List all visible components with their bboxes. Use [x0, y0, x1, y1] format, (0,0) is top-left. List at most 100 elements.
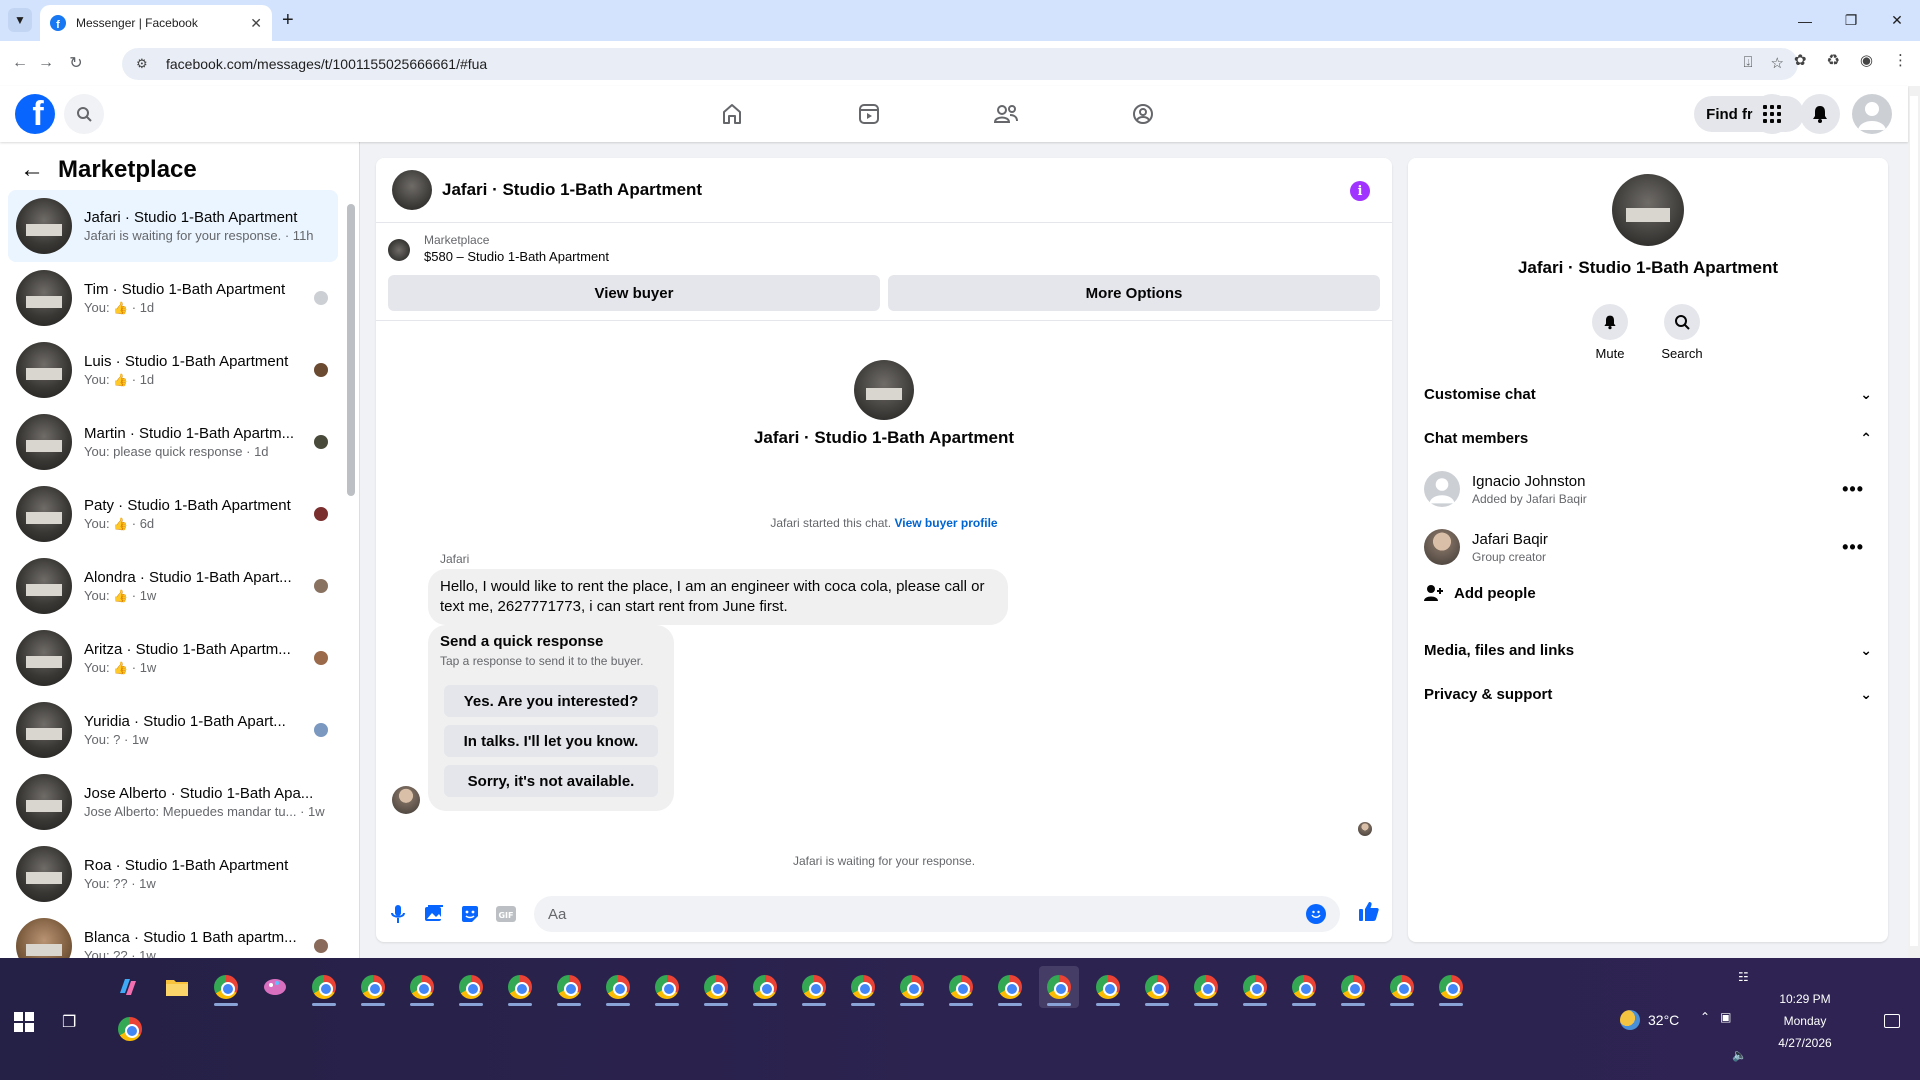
chrome-window[interactable] [745, 966, 785, 1008]
conversation-item[interactable]: Tim · Studio 1-Bath Apartment You: 👍 · 1d [8, 262, 338, 334]
window-close-icon[interactable]: ✕ [1874, 0, 1920, 41]
back-arrow-icon[interactable]: ← [20, 156, 44, 184]
tray-overflow-icon[interactable]: ☷ [1738, 970, 1749, 984]
windows-start-icon[interactable] [14, 1012, 34, 1032]
more-options-icon[interactable]: ••• [1842, 479, 1864, 500]
chrome-window[interactable] [500, 966, 540, 1008]
conversation-item[interactable]: Aritza · Studio 1-Bath Apartm... You: 👍 ·… [8, 622, 338, 694]
clock[interactable]: 10:29 PM Monday 4/27/2026 [1760, 988, 1850, 1054]
copilot-app[interactable] [108, 966, 148, 1008]
restore-icon[interactable]: ❐ [1828, 0, 1874, 41]
conversation-item[interactable]: Jafari · Studio 1-Bath Apartment Jafari i… [8, 190, 338, 262]
volume-icon[interactable]: 🔈 [1732, 1048, 1747, 1062]
quick-response-button[interactable]: Yes. Are you interested? [444, 685, 658, 717]
sidebar-scrollbar[interactable] [347, 186, 355, 956]
sender-avatar[interactable] [392, 786, 420, 814]
back-arrow-icon[interactable]: ← [8, 51, 32, 75]
voice-clip-button[interactable] [388, 904, 408, 924]
chrome-window[interactable] [402, 966, 442, 1008]
menu-button[interactable] [1752, 94, 1792, 134]
browser-menu-icon[interactable]: ⋮ [1893, 51, 1908, 69]
active-tab[interactable]: f Messenger | Facebook ✕ [40, 5, 272, 41]
chrome-window[interactable] [941, 966, 981, 1008]
gif-button[interactable]: GIF [496, 904, 516, 924]
chat-title[interactable]: Jafari · Studio 1-Bath Apartment [442, 180, 702, 200]
mute-button[interactable] [1592, 304, 1628, 340]
customise-chat-row[interactable]: Customise chat ⌄ [1424, 372, 1872, 416]
chrome-window-active[interactable] [1039, 966, 1079, 1008]
network-icon[interactable]: ▣ [1720, 1010, 1731, 1024]
chrome-window[interactable] [353, 966, 393, 1008]
chrome-pinned[interactable] [110, 1008, 150, 1050]
nav-video[interactable] [837, 86, 901, 142]
bookmark-star-icon[interactable]: ☆ [1771, 54, 1784, 72]
add-people-button[interactable]: Add people [1424, 584, 1536, 602]
attach-photo-button[interactable] [424, 904, 444, 924]
view-buyer-button[interactable]: View buyer [388, 275, 880, 311]
message-bubble[interactable]: Hello, I would like to rent the place, I… [428, 569, 1008, 625]
chrome-window[interactable] [1186, 966, 1226, 1008]
scrollbar-thumb[interactable] [1910, 96, 1918, 946]
notification-icon[interactable] [1884, 1014, 1900, 1028]
chrome-window[interactable] [1333, 966, 1373, 1008]
more-options-button[interactable]: More Options [888, 275, 1380, 311]
new-tab-button[interactable]: + [282, 8, 294, 32]
search-action[interactable]: Search [1652, 304, 1712, 361]
chrome-window[interactable] [1284, 966, 1324, 1008]
info-icon[interactable]: i [1350, 181, 1370, 201]
chrome-window[interactable] [1235, 966, 1275, 1008]
account-avatar[interactable] [1852, 94, 1892, 134]
search-in-chat-button[interactable] [1664, 304, 1700, 340]
more-options-icon[interactable]: ••• [1842, 537, 1864, 558]
task-view-icon[interactable]: ❐ [62, 1012, 76, 1032]
quick-response-button[interactable]: Sorry, it's not available. [444, 765, 658, 797]
nav-gaming[interactable] [1111, 86, 1175, 142]
chrome-window[interactable] [647, 966, 687, 1008]
reload-icon[interactable]: ↻ [64, 51, 88, 75]
page-scrollbar[interactable] [1908, 86, 1920, 958]
tab-search-button[interactable]: ▼ [8, 8, 32, 32]
chrome-window[interactable] [892, 966, 932, 1008]
conversation-item[interactable]: Yuridia · Studio 1-Bath Apart... You: ? ·… [8, 694, 338, 766]
minimize-icon[interactable]: — [1782, 0, 1828, 41]
chrome-window[interactable] [598, 966, 638, 1008]
quick-response-button[interactable]: In talks. I'll let you know. [444, 725, 658, 757]
view-buyer-profile-link[interactable]: View buyer profile [894, 516, 997, 530]
chrome-window[interactable] [549, 966, 589, 1008]
scrollbar-thumb[interactable] [347, 204, 355, 496]
chrome-window[interactable] [1088, 966, 1128, 1008]
chat-members-row[interactable]: Chat members ⌃ [1424, 416, 1872, 460]
chevron-up-icon[interactable]: ⌃ [1700, 1010, 1710, 1024]
chat-avatar[interactable] [392, 170, 432, 210]
notifications-button[interactable] [1800, 94, 1840, 134]
chrome-window[interactable] [843, 966, 883, 1008]
nav-home[interactable] [700, 86, 764, 142]
conversation-item[interactable]: Alondra · Studio 1-Bath Apart... You: 👍 ·… [8, 550, 338, 622]
site-info-icon[interactable]: ⚙ [136, 56, 156, 72]
media-files-row[interactable]: Media, files and links ⌄ [1424, 628, 1872, 672]
chrome-window[interactable] [1137, 966, 1177, 1008]
chrome-window[interactable] [794, 966, 834, 1008]
address-bar[interactable]: ⚙ facebook.com/messages/t/10011550256666… [122, 48, 1798, 80]
send-like-button[interactable] [1358, 900, 1380, 928]
chrome-window[interactable] [696, 966, 736, 1008]
listing-title[interactable]: $580 – Studio 1-Bath Apartment [424, 249, 609, 264]
conversation-item[interactable]: Paty · Studio 1-Bath Apartment You: 👍 · 6… [8, 478, 338, 550]
conversation-item[interactable]: Roa · Studio 1-Bath Apartment You: ?? · 1… [8, 838, 338, 910]
facebook-logo-icon[interactable]: f [15, 94, 55, 134]
file-explorer-app[interactable] [157, 966, 197, 1008]
chrome-window[interactable] [304, 966, 344, 1008]
details-avatar[interactable] [1612, 174, 1684, 246]
close-tab-icon[interactable]: ✕ [250, 15, 262, 32]
search-button[interactable] [64, 94, 104, 134]
nav-friends[interactable] [974, 86, 1038, 142]
privacy-support-row[interactable]: Privacy & support ⌄ [1424, 672, 1872, 716]
conversation-item[interactable]: Luis · Studio 1-Bath Apartment You: 👍 · 1… [8, 334, 338, 406]
message-input[interactable] [534, 896, 1340, 932]
install-app-icon[interactable]: ⍗ [1744, 54, 1753, 72]
profile-icon[interactable]: ◉ [1860, 51, 1873, 69]
member-row[interactable]: Jafari Baqir Group creator ••• [1424, 518, 1872, 576]
extension-leaf-icon[interactable]: ✿ [1794, 51, 1807, 69]
extensions-puzzle-icon[interactable]: ♻ [1826, 51, 1839, 69]
chrome-window[interactable] [1431, 966, 1471, 1008]
